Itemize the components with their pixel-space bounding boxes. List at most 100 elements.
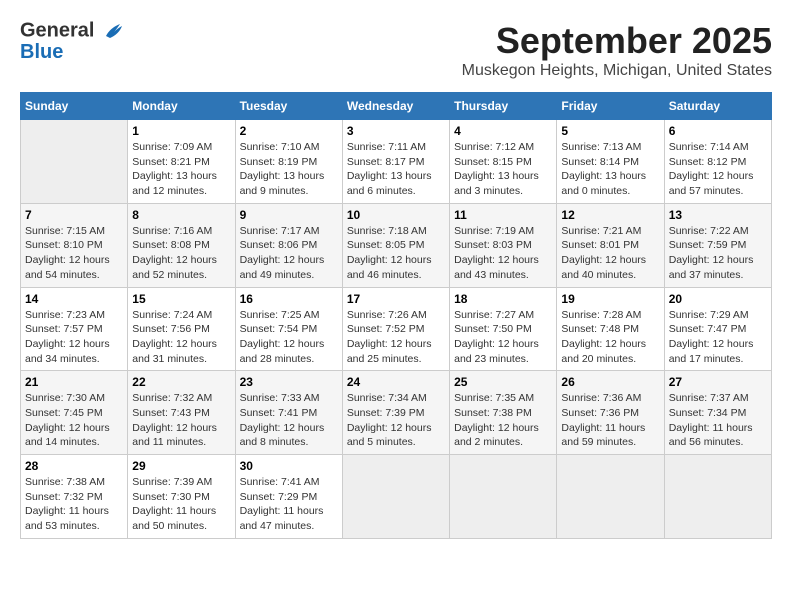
day-number: 13 [669,208,767,222]
column-header-wednesday: Wednesday [342,93,449,120]
calendar-cell: 5Sunrise: 7:13 AMSunset: 8:14 PMDaylight… [557,120,664,204]
day-number: 20 [669,292,767,306]
calendar-cell: 22 Sunrise: 7:32 AMSunset: 7:43 PMDayligh… [128,371,235,455]
calendar-cell: 24 Sunrise: 7:34 AMSunset: 7:39 PMDayligh… [342,371,449,455]
day-info: Sunrise: 7:14 AMSunset: 8:12 PMDaylight:… [669,140,767,199]
calendar-cell: 20 Sunrise: 7:29 AMSunset: 7:47 PMDayligh… [664,287,771,371]
day-info: Sunrise: 7:28 AMSunset: 7:48 PMDaylight:… [561,308,659,367]
logo-bird-icon [102,20,124,42]
calendar-cell: 30 Sunrise: 7:41 AMSunset: 7:29 PMDayligh… [235,455,342,539]
day-number: 21 [25,375,123,389]
day-number: 7 [25,208,123,222]
day-info: Sunrise: 7:27 AMSunset: 7:50 PMDaylight:… [454,308,552,367]
day-number: 30 [240,459,338,473]
logo-general: General [20,19,94,41]
title-area: September 2025 Muskegon Heights, Michiga… [462,20,772,80]
calendar-cell: 27 Sunrise: 7:37 AMSunset: 7:34 PMDayligh… [664,371,771,455]
day-info: Sunrise: 7:09 AMSunset: 8:21 PMDaylight:… [132,140,230,199]
calendar-cell: 26 Sunrise: 7:36 AMSunset: 7:36 PMDayligh… [557,371,664,455]
day-info: Sunrise: 7:22 AMSunset: 7:59 PMDaylight:… [669,224,767,283]
day-number: 16 [240,292,338,306]
month-title: September 2025 [462,20,772,62]
calendar-cell: 10 Sunrise: 7:18 AMSunset: 8:05 PMDayligh… [342,203,449,287]
calendar-cell: 14Sunrise: 7:23 AMSunset: 7:57 PMDayligh… [21,287,128,371]
day-info: Sunrise: 7:25 AMSunset: 7:54 PMDaylight:… [240,308,338,367]
day-info: Sunrise: 7:41 AMSunset: 7:29 PMDaylight:… [240,475,338,534]
logo: General Blue [20,20,124,62]
calendar-cell: 6 Sunrise: 7:14 AMSunset: 8:12 PMDaylight… [664,120,771,204]
day-info: Sunrise: 7:16 AMSunset: 8:08 PMDaylight:… [132,224,230,283]
day-number: 15 [132,292,230,306]
day-number: 6 [669,124,767,138]
day-info: Sunrise: 7:12 AMSunset: 8:15 PMDaylight:… [454,140,552,199]
day-info: Sunrise: 7:32 AMSunset: 7:43 PMDaylight:… [132,391,230,450]
calendar-cell [450,455,557,539]
day-number: 8 [132,208,230,222]
calendar-cell: 4Sunrise: 7:12 AMSunset: 8:15 PMDaylight… [450,120,557,204]
day-number: 9 [240,208,338,222]
column-header-thursday: Thursday [450,93,557,120]
day-info: Sunrise: 7:26 AMSunset: 7:52 PMDaylight:… [347,308,445,367]
day-info: Sunrise: 7:18 AMSunset: 8:05 PMDaylight:… [347,224,445,283]
day-info: Sunrise: 7:21 AMSunset: 8:01 PMDaylight:… [561,224,659,283]
calendar-cell: 13 Sunrise: 7:22 AMSunset: 7:59 PMDayligh… [664,203,771,287]
calendar-cell: 9Sunrise: 7:17 AMSunset: 8:06 PMDaylight… [235,203,342,287]
day-info: Sunrise: 7:15 AMSunset: 8:10 PMDaylight:… [25,224,123,283]
day-info: Sunrise: 7:13 AMSunset: 8:14 PMDaylight:… [561,140,659,199]
day-info: Sunrise: 7:37 AMSunset: 7:34 PMDaylight:… [669,391,767,450]
calendar-cell: 28 Sunrise: 7:38 AMSunset: 7:32 PMDayligh… [21,455,128,539]
day-info: Sunrise: 7:23 AMSunset: 7:57 PMDaylight:… [25,308,123,367]
calendar-cell: 11Sunrise: 7:19 AMSunset: 8:03 PMDayligh… [450,203,557,287]
calendar-cell [342,455,449,539]
calendar-cell: 15 Sunrise: 7:24 AMSunset: 7:56 PMDayligh… [128,287,235,371]
location-title: Muskegon Heights, Michigan, United State… [462,62,772,80]
day-info: Sunrise: 7:30 AMSunset: 7:45 PMDaylight:… [25,391,123,450]
day-number: 29 [132,459,230,473]
day-number: 3 [347,124,445,138]
calendar-cell: 17 Sunrise: 7:26 AMSunset: 7:52 PMDayligh… [342,287,449,371]
calendar-cell: 25Sunrise: 7:35 AMSunset: 7:38 PMDayligh… [450,371,557,455]
calendar-cell: 21 Sunrise: 7:30 AMSunset: 7:45 PMDayligh… [21,371,128,455]
calendar-cell: 29 Sunrise: 7:39 AMSunset: 7:30 PMDayligh… [128,455,235,539]
day-number: 19 [561,292,659,306]
day-number: 24 [347,375,445,389]
day-number: 26 [561,375,659,389]
day-info: Sunrise: 7:24 AMSunset: 7:56 PMDaylight:… [132,308,230,367]
day-info: Sunrise: 7:34 AMSunset: 7:39 PMDaylight:… [347,391,445,450]
calendar-cell [664,455,771,539]
calendar-cell: 16 Sunrise: 7:25 AMSunset: 7:54 PMDayligh… [235,287,342,371]
day-info: Sunrise: 7:29 AMSunset: 7:47 PMDaylight:… [669,308,767,367]
day-number: 10 [347,208,445,222]
day-number: 17 [347,292,445,306]
calendar-cell: 18 Sunrise: 7:27 AMSunset: 7:50 PMDayligh… [450,287,557,371]
day-number: 22 [132,375,230,389]
day-info: Sunrise: 7:36 AMSunset: 7:36 PMDaylight:… [561,391,659,450]
day-number: 18 [454,292,552,306]
calendar-cell: 8 Sunrise: 7:16 AMSunset: 8:08 PMDaylight… [128,203,235,287]
calendar-cell: 3 Sunrise: 7:11 AMSunset: 8:17 PMDaylight… [342,120,449,204]
day-info: Sunrise: 7:38 AMSunset: 7:32 PMDaylight:… [25,475,123,534]
column-header-friday: Friday [557,93,664,120]
day-number: 28 [25,459,123,473]
calendar-cell: 1 Sunrise: 7:09 AMSunset: 8:21 PMDaylight… [128,120,235,204]
day-number: 12 [561,208,659,222]
day-number: 27 [669,375,767,389]
day-number: 11 [454,208,552,222]
calendar-cell [557,455,664,539]
day-info: Sunrise: 7:33 AMSunset: 7:41 PMDaylight:… [240,391,338,450]
day-info: Sunrise: 7:35 AMSunset: 7:38 PMDaylight:… [454,391,552,450]
column-header-saturday: Saturday [664,93,771,120]
day-number: 2 [240,124,338,138]
day-number: 1 [132,124,230,138]
calendar-cell: 19 Sunrise: 7:28 AMSunset: 7:48 PMDayligh… [557,287,664,371]
column-header-sunday: Sunday [21,93,128,120]
day-info: Sunrise: 7:10 AMSunset: 8:19 PMDaylight:… [240,140,338,199]
calendar-cell: 2 Sunrise: 7:10 AMSunset: 8:19 PMDaylight… [235,120,342,204]
day-info: Sunrise: 7:11 AMSunset: 8:17 PMDaylight:… [347,140,445,199]
column-header-tuesday: Tuesday [235,93,342,120]
day-info: Sunrise: 7:39 AMSunset: 7:30 PMDaylight:… [132,475,230,534]
calendar-table: SundayMondayTuesdayWednesdayThursdayFrid… [20,92,772,539]
calendar-cell: 7 Sunrise: 7:15 AMSunset: 8:10 PMDaylight… [21,203,128,287]
day-number: 23 [240,375,338,389]
logo-blue: Blue [20,42,124,62]
